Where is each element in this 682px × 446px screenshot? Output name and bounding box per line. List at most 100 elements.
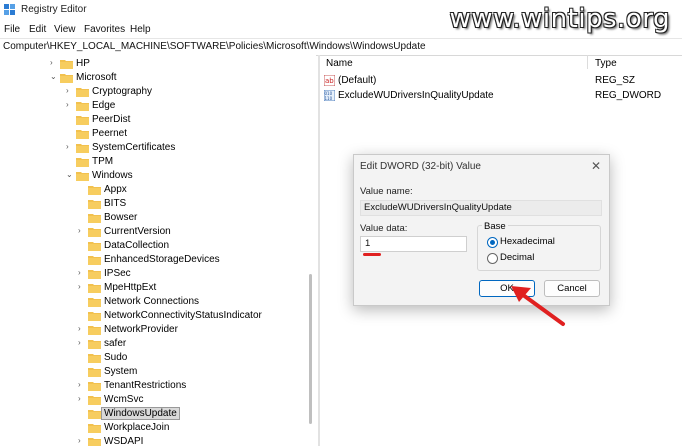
- tree-item[interactable]: BITS: [78, 197, 316, 211]
- chevron-right-icon[interactable]: ›: [50, 59, 58, 67]
- tree-item[interactable]: › SystemCertificates: [66, 141, 316, 155]
- tree-item[interactable]: › TenantRestrictions: [78, 379, 316, 393]
- tree-item[interactable]: ⌄ Microsoft: [50, 71, 316, 85]
- tree-item[interactable]: › Edge: [66, 99, 316, 113]
- tree-item[interactable]: Peernet: [66, 127, 316, 141]
- tree-item[interactable]: › safer: [78, 337, 316, 351]
- chevron-right-icon[interactable]: ›: [78, 269, 86, 277]
- tree-item[interactable]: › MpeHttpExt: [78, 281, 316, 295]
- chevron-right-icon[interactable]: ›: [78, 395, 86, 403]
- tree-item-label: WorkplaceJoin: [104, 422, 170, 433]
- tree-item[interactable]: › Cryptography: [66, 85, 316, 99]
- menu-help[interactable]: Help: [130, 24, 151, 35]
- chevron-right-icon[interactable]: ›: [78, 437, 86, 445]
- tree-item[interactable]: System: [78, 365, 316, 379]
- key-tree[interactable]: › HP ⌄ Microsoft › Cryptography › Edge PeerDist P…: [0, 55, 316, 446]
- tree-item[interactable]: ⌄ Windows: [66, 169, 316, 183]
- menu-bar: File Edit View Favorites Help: [0, 22, 682, 38]
- chevron-down-icon[interactable]: ⌄: [50, 73, 58, 81]
- column-separator[interactable]: [587, 55, 588, 69]
- folder-icon: [88, 284, 101, 293]
- value-name-text: ExcludeWUDriversInQualityUpdate: [364, 202, 512, 213]
- menu-edit[interactable]: Edit: [29, 24, 46, 35]
- tree-item-label: HP: [76, 58, 90, 69]
- hexadecimal-radio[interactable]: [487, 237, 498, 248]
- menu-file[interactable]: File: [4, 24, 20, 35]
- tree-item[interactable]: › HP: [50, 57, 316, 71]
- tree-item-label: Sudo: [104, 352, 128, 363]
- value-data-input[interactable]: 1: [360, 236, 467, 252]
- chevron-right-icon[interactable]: ›: [66, 87, 74, 95]
- menu-favorites[interactable]: Favorites: [84, 24, 125, 35]
- value-type: REG_DWORD: [595, 90, 662, 101]
- decimal-label[interactable]: Decimal: [500, 252, 534, 263]
- tree-item[interactable]: › CurrentVersion: [78, 225, 316, 239]
- chevron-down-icon[interactable]: ⌄: [66, 171, 74, 179]
- tree-item[interactable]: › WSDAPI: [78, 435, 316, 446]
- tree-item[interactable]: › IPSec: [78, 267, 316, 281]
- tree-item-label: WcmSvc: [104, 394, 144, 405]
- tree-scrollbar[interactable]: [309, 274, 312, 424]
- chevron-right-icon[interactable]: ›: [78, 381, 86, 389]
- folder-icon: [76, 102, 89, 111]
- chevron-right-icon[interactable]: ›: [66, 101, 74, 109]
- chevron-right-icon[interactable]: ›: [78, 283, 86, 291]
- folder-icon: [88, 242, 101, 251]
- tree-item-label: Peernet: [92, 128, 128, 139]
- tree-item-label: DataCollection: [104, 240, 170, 251]
- chevron-right-icon[interactable]: ›: [78, 325, 86, 333]
- tree-item[interactable]: WorkplaceJoin: [78, 421, 316, 435]
- chevron-right-icon[interactable]: ›: [78, 339, 86, 347]
- tree-item[interactable]: Sudo: [78, 351, 316, 365]
- window-title: Registry Editor: [21, 4, 87, 15]
- value-row[interactable]: ab (Default) REG_SZ: [324, 74, 674, 88]
- tree-item-label: BITS: [104, 198, 127, 209]
- folder-icon: [88, 368, 101, 377]
- address-path[interactable]: Computer\HKEY_LOCAL_MACHINE\SOFTWARE\Pol…: [3, 41, 426, 52]
- value-data-text[interactable]: 1: [365, 238, 370, 249]
- tree-item[interactable]: NetworkConnectivityStatusIndicator: [78, 309, 316, 323]
- tree-item-label: WSDAPI: [104, 436, 144, 446]
- tree-item-label: PeerDist: [92, 114, 131, 125]
- tree-item[interactable]: › WcmSvc: [78, 393, 316, 407]
- folder-icon: [88, 396, 101, 405]
- chevron-right-icon[interactable]: ›: [66, 143, 74, 151]
- menu-view[interactable]: View: [54, 24, 76, 35]
- tree-item-label: Cryptography: [92, 86, 153, 97]
- hexadecimal-label[interactable]: Hexadecimal: [500, 236, 555, 247]
- address-bar[interactable]: Computer\HKEY_LOCAL_MACHINE\SOFTWARE\Pol…: [0, 38, 682, 56]
- tree-item[interactable]: DataCollection: [78, 239, 316, 253]
- decimal-radio[interactable]: [487, 253, 498, 264]
- folder-icon: [76, 172, 89, 181]
- folder-icon: [76, 158, 89, 167]
- close-icon[interactable]: ✕: [591, 159, 601, 173]
- column-header-name[interactable]: Name: [326, 58, 353, 69]
- folder-icon: [88, 354, 101, 363]
- tree-item[interactable]: EnhancedStorageDevices: [78, 253, 316, 267]
- chevron-right-icon[interactable]: ›: [78, 227, 86, 235]
- tree-item-label: IPSec: [104, 268, 131, 279]
- value-name-field: ExcludeWUDriversInQualityUpdate: [360, 200, 602, 216]
- base-label: Base: [482, 221, 508, 232]
- tree-item-label: Windows: [92, 170, 133, 181]
- folder-icon: [60, 60, 73, 69]
- tree-item[interactable]: Bowser: [78, 211, 316, 225]
- tree-item-label: SystemCertificates: [92, 142, 176, 153]
- folder-icon: [88, 438, 101, 446]
- folder-icon: [88, 256, 101, 265]
- tree-item-label: EnhancedStorageDevices: [104, 254, 220, 265]
- tree-item[interactable]: › NetworkProvider: [78, 323, 316, 337]
- tree-item[interactable]: Network Connections: [78, 295, 316, 309]
- tree-item-label: Network Connections: [104, 296, 200, 307]
- value-data-label: Value data:: [360, 223, 408, 234]
- tree-item[interactable]: WindowsUpdate: [78, 407, 316, 421]
- value-row[interactable]: 010 110 ExcludeWUDriversInQualityUpdate …: [324, 89, 674, 103]
- tree-item-label: Bowser: [104, 212, 138, 223]
- tree-item[interactable]: TPM: [66, 155, 316, 169]
- svg-text:110: 110: [325, 96, 333, 101]
- tree-item[interactable]: PeerDist: [66, 113, 316, 127]
- tree-item[interactable]: Appx: [78, 183, 316, 197]
- folder-icon: [76, 130, 89, 139]
- tree-item-label: MpeHttpExt: [104, 282, 157, 293]
- column-header-type[interactable]: Type: [595, 58, 617, 69]
